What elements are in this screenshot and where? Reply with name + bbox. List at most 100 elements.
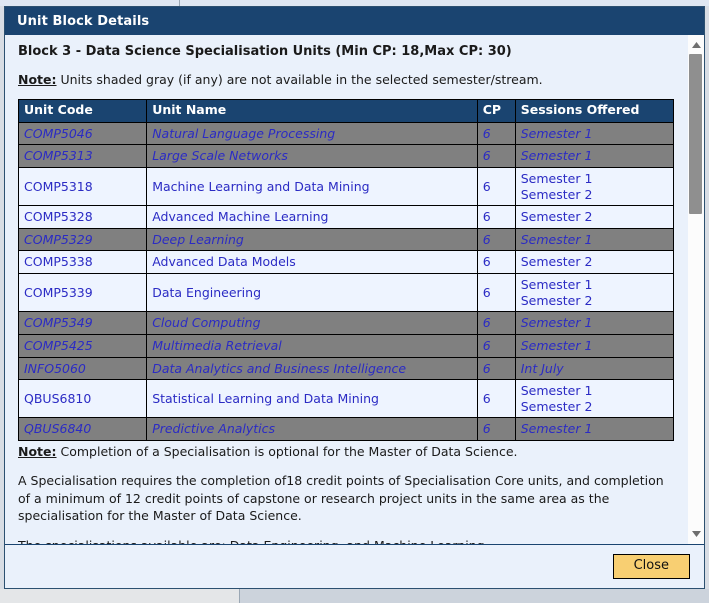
column-header-unit-name: Unit Name — [146, 99, 478, 123]
session-line: Semester 1 — [520, 315, 593, 331]
cell-sessions: Semester 1 — [514, 417, 675, 442]
vertical-scrollbar[interactable] — [685, 35, 704, 544]
after-table-notes: Note: Completion of a Specialisation is … — [18, 443, 674, 544]
cell-unit-code: COMP5338 — [17, 250, 148, 275]
session-line: Semester 2 — [520, 398, 593, 414]
close-button[interactable]: Close — [612, 553, 690, 580]
cell-unit-name: Statistical Learning and Data Mining — [146, 379, 478, 419]
note-text: Units shaded gray (if any) are not avail… — [56, 72, 543, 88]
dialog-body: Block 3 - Data Science Specialisation Un… — [5, 35, 704, 544]
table-row[interactable]: COMP5328 Advanced Machine Learning 6 Semest… — [17, 205, 675, 229]
cell-unit-code: COMP5425 — [17, 333, 148, 358]
session-line: Semester 2 — [520, 292, 593, 308]
session-line: Semester 1 — [520, 337, 593, 353]
page-background-bottom-divider — [239, 589, 240, 603]
table-row[interactable]: COMP5425 Multimedia Retrieval 6 Semester 1 — [17, 333, 675, 358]
cell-sessions: Semester 1 — [514, 144, 675, 168]
units-table-body: COMP5046 Natural Language Processing 6 Seme… — [17, 121, 675, 442]
column-header-sessions: Sessions Offered — [514, 99, 675, 123]
cell-sessions: Semester 2 — [514, 205, 675, 229]
table-row[interactable]: COMP5046 Natural Language Processing 6 Seme… — [17, 121, 675, 146]
table-row[interactable]: COMP5329 Deep Learning 6 Semester 1 — [17, 227, 675, 252]
dialog-title: Unit Block Details — [17, 13, 150, 29]
table-row[interactable]: INFO5060 Data Analytics and Business Inte… — [17, 356, 675, 381]
unit-block-details-dialog: Unit Block Details Block 3 - Data Scienc… — [4, 6, 705, 589]
cell-unit-code: COMP5339 — [17, 273, 148, 313]
cell-unit-name: Machine Learning and Data Mining — [146, 166, 478, 207]
session-line: Semester 2 — [520, 254, 593, 270]
gray-shading-note: Note: Units shaded gray (if any) are not… — [18, 72, 674, 87]
dialog-footer: Close — [5, 544, 704, 588]
session-line: Semester 2 — [520, 186, 593, 202]
table-row[interactable]: COMP5349 Cloud Computing 6 Semester 1 — [17, 311, 675, 335]
cell-cp: 6 — [476, 205, 516, 229]
session-line: Semester 1 — [520, 277, 593, 293]
cell-cp: 6 — [476, 311, 516, 335]
cell-unit-code: COMP5328 — [17, 205, 148, 229]
table-row[interactable]: COMP5318 Machine Learning and Data Mining… — [17, 166, 675, 207]
cell-cp: 6 — [476, 417, 516, 442]
cell-unit-code: COMP5329 — [17, 227, 148, 252]
dialog-content: Block 3 - Data Science Specialisation Un… — [5, 35, 686, 544]
cell-sessions: Semester 1 — [514, 121, 675, 146]
session-line: Semester 1 — [520, 125, 593, 141]
cell-unit-name: Natural Language Processing — [146, 121, 478, 146]
cell-cp: 6 — [476, 250, 516, 275]
session-line: Semester 1 — [520, 383, 593, 399]
dialog-titlebar: Unit Block Details — [5, 7, 704, 35]
cell-cp: 6 — [476, 166, 516, 207]
cell-unit-code: COMP5046 — [17, 121, 148, 146]
specialisations-available-paragraph: The specialisations available are: Data … — [18, 537, 673, 544]
column-header-cp: CP — [476, 99, 516, 123]
session-line: Semester 1 — [520, 421, 593, 437]
cell-sessions: Semester 1 Semester 2 — [514, 379, 675, 419]
cell-cp: 6 — [476, 356, 516, 381]
scroll-up-arrow-icon[interactable] — [688, 37, 704, 53]
cell-unit-code: COMP5318 — [17, 166, 148, 207]
units-table: Unit Code Unit Name CP Sessions Offered … — [17, 99, 675, 442]
cell-sessions: Semester 1 Semester 2 — [514, 273, 675, 313]
cell-cp: 6 — [476, 379, 516, 419]
specialisation-optional-note: Note: Completion of a Specialisation is … — [18, 443, 673, 460]
session-line: Semester 1 — [520, 148, 593, 164]
cell-unit-code: COMP5313 — [17, 144, 148, 168]
session-line: Semester 1 — [520, 170, 593, 186]
table-row[interactable]: QBUS6810 Statistical Learning and Data Mi… — [17, 379, 675, 419]
table-row[interactable]: COMP5313 Large Scale Networks 6 Semester 1 — [17, 144, 675, 168]
table-row[interactable]: QBUS6840 Predictive Analytics 6 Semester 1 — [17, 417, 675, 442]
units-table-header-row: Unit Code Unit Name CP Sessions Offered — [17, 99, 675, 123]
block-title: Block 3 - Data Science Specialisation Un… — [18, 44, 512, 59]
session-line: Semester 1 — [520, 231, 593, 247]
cell-sessions: Int July — [514, 356, 675, 381]
page-background-bottom-right — [240, 589, 709, 603]
cell-unit-name: Large Scale Networks — [146, 144, 478, 168]
scrollbar-thumb[interactable] — [689, 54, 702, 214]
cell-unit-name: Multimedia Retrieval — [146, 333, 478, 358]
cell-cp: 6 — [476, 333, 516, 358]
specialisation-requirements-paragraph: A Specialisation requires the completion… — [18, 473, 664, 523]
table-row[interactable]: COMP5339 Data Engineering 6 Semester 1 Semes… — [17, 273, 675, 313]
cell-sessions: Semester 1 — [514, 311, 675, 335]
column-header-unit-code: Unit Code — [17, 99, 148, 123]
cell-cp: 6 — [476, 273, 516, 313]
cell-unit-name: Advanced Data Models — [146, 250, 478, 275]
cell-unit-name: Deep Learning — [146, 227, 478, 252]
cell-cp: 6 — [476, 121, 516, 146]
cell-sessions: Semester 2 — [514, 250, 675, 275]
cell-sessions: Semester 1 Semester 2 — [514, 166, 675, 207]
scroll-down-arrow-icon[interactable] — [688, 526, 704, 542]
session-line: Semester 2 — [520, 209, 593, 225]
cell-sessions: Semester 1 — [514, 333, 675, 358]
after-note-text: Completion of a Specialisation is option… — [56, 444, 518, 460]
cell-unit-code: QBUS6810 — [17, 379, 148, 419]
session-line: Int July — [520, 360, 564, 376]
cell-unit-name: Data Analytics and Business Intelligence — [146, 356, 478, 381]
after-note-label: Note: — [18, 444, 57, 460]
cell-unit-code: COMP5349 — [17, 311, 148, 335]
table-row[interactable]: COMP5338 Advanced Data Models 6 Semester 2 — [17, 250, 675, 275]
note-label: Note: — [18, 72, 57, 88]
cell-unit-code: INFO5060 — [17, 356, 148, 381]
page-root: Unit Block Details Block 3 - Data Scienc… — [0, 0, 709, 603]
cell-unit-name: Advanced Machine Learning — [146, 205, 478, 229]
cell-unit-name: Cloud Computing — [146, 311, 478, 335]
